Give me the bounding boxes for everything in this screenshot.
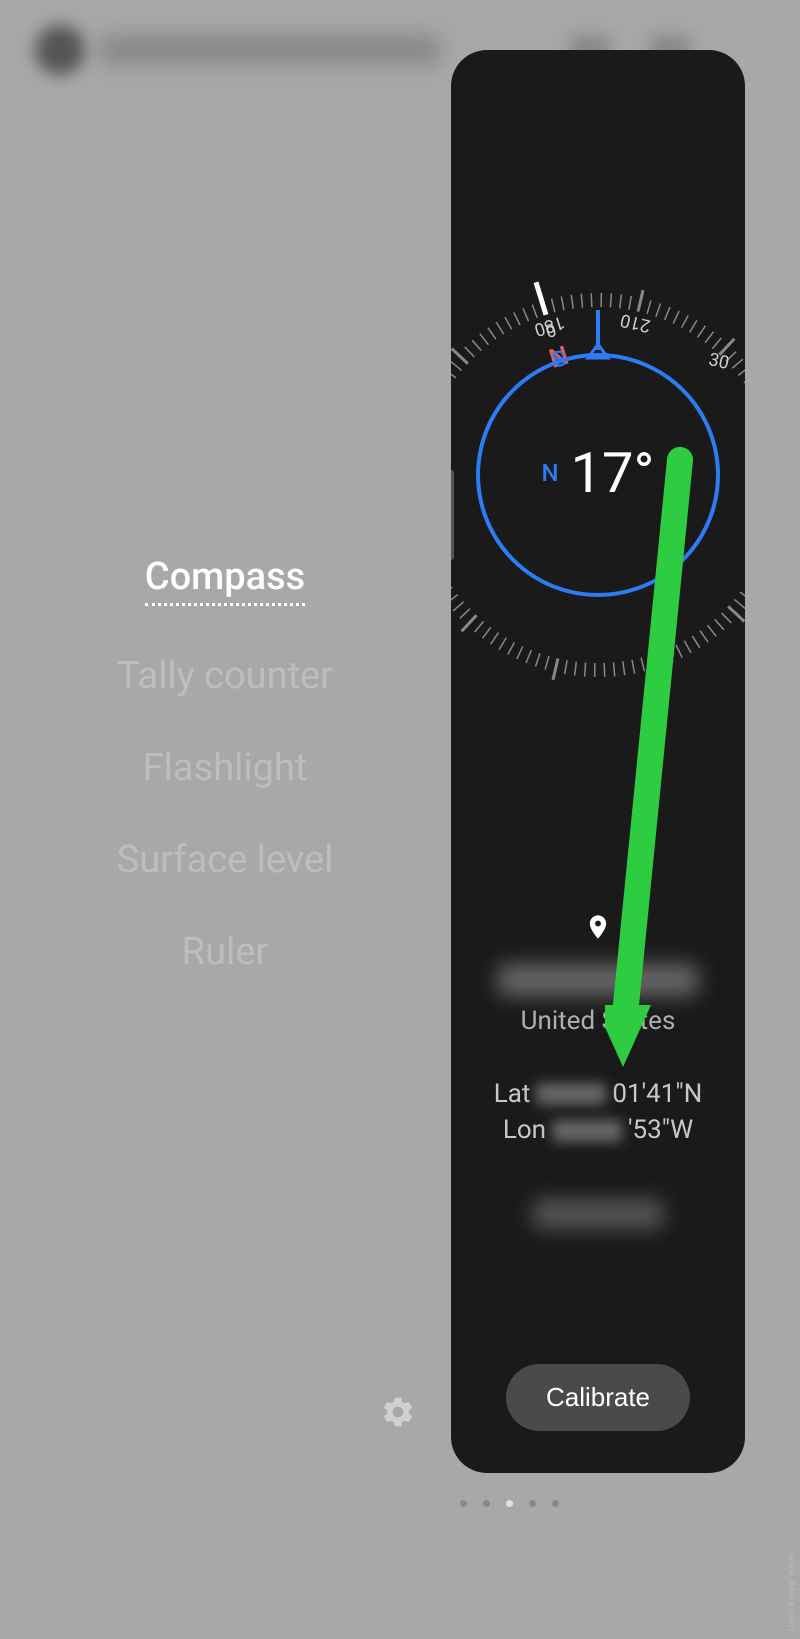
page-dot[interactable]: [483, 1500, 490, 1507]
tool-item-ruler[interactable]: Ruler: [0, 930, 450, 974]
location-extra-redacted: [533, 1199, 663, 1229]
lon-suffix: '53"W: [628, 1112, 693, 1148]
heading-cardinal: N: [542, 459, 559, 487]
settings-icon[interactable]: [380, 1394, 416, 1434]
location-city-redacted: [498, 964, 698, 996]
compass-heading: N 17°: [451, 440, 745, 506]
page-dot-active[interactable]: [506, 1500, 513, 1507]
lon-redacted: [552, 1120, 622, 1142]
watermark: www.deuiq.com: [786, 1554, 796, 1631]
lat-label: Lat: [494, 1076, 531, 1112]
location-pin-icon: [451, 910, 745, 948]
lat-suffix: 01'41"N: [612, 1076, 702, 1112]
tool-item-compass[interactable]: Compass: [145, 555, 305, 606]
heading-degrees: 17°: [571, 440, 655, 506]
background-avatar: [35, 25, 85, 75]
tool-item-flashlight[interactable]: Flashlight: [0, 746, 450, 790]
tool-item-surface-level[interactable]: Surface level: [0, 838, 450, 882]
pagination-dots: [460, 1500, 559, 1507]
tool-list: Compass Tally counter Flashlight Surface…: [0, 555, 450, 1022]
location-section: United States Lat 01'41"N Lon '53"W: [451, 910, 745, 1229]
tool-item-tally-counter[interactable]: Tally counter: [0, 654, 450, 698]
background-header-text: [100, 35, 440, 65]
calibrate-button[interactable]: Calibrate: [506, 1364, 690, 1431]
page-dot[interactable]: [552, 1500, 559, 1507]
lon-label: Lon: [503, 1112, 546, 1148]
lat-redacted: [536, 1083, 606, 1105]
location-country: United States: [451, 1006, 745, 1036]
page-dot[interactable]: [460, 1500, 467, 1507]
compass-panel: 0 30 N S 180 210 N17° United States Lat …: [451, 50, 745, 1473]
coordinates: Lat 01'41"N Lon '53"W: [451, 1076, 745, 1149]
page-dot[interactable]: [529, 1500, 536, 1507]
